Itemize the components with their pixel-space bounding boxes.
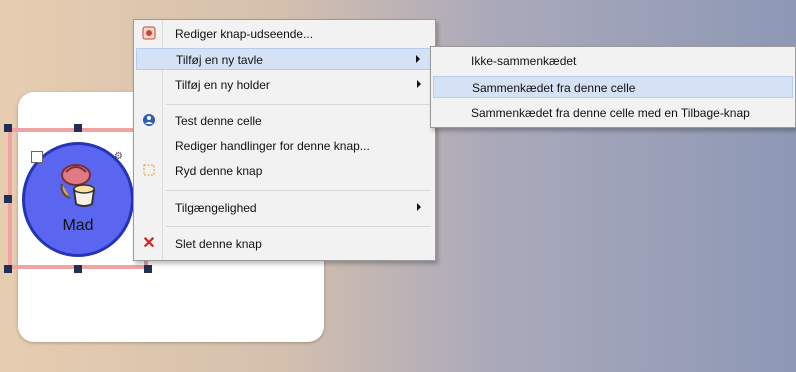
food-icon	[60, 164, 96, 207]
menu-item-accessibility[interactable]: Tilgængelighed	[136, 197, 433, 219]
menu-item-delete-button[interactable]: ✕ Slet denne knap	[136, 233, 433, 255]
menu-item-add-new-board[interactable]: Tilføj en ny tavle	[136, 48, 433, 70]
delete-x-icon: ✕	[142, 235, 156, 252]
resize-handle-ml[interactable]	[4, 195, 12, 203]
resize-handle-tm[interactable]	[74, 124, 82, 132]
menu-item-test-cell[interactable]: Test denne celle	[136, 110, 433, 132]
resize-handle-tl[interactable]	[4, 124, 12, 132]
submenu-arrow-icon	[417, 80, 421, 88]
menu-separator	[166, 226, 431, 227]
submenu-arrow-icon	[416, 55, 420, 63]
resize-handle-bm[interactable]	[74, 265, 82, 273]
resize-handle-br[interactable]	[144, 265, 152, 273]
menu-item-edit-appearance[interactable]: Rediger knap-udseende...	[136, 23, 433, 45]
menu-separator	[166, 190, 431, 191]
submenu-arrow-icon	[417, 203, 421, 211]
cell-settings-icon[interactable]: ⚙	[114, 151, 123, 162]
submenu-item-not-linked[interactable]: Ikke-sammenkædet	[433, 50, 793, 72]
menu-item-add-new-holder[interactable]: Tilføj en ny holder	[136, 74, 433, 96]
cell-checkbox[interactable]	[31, 151, 43, 163]
context-menu: Rediger knap-udseende... Tilføj en ny ta…	[133, 19, 436, 261]
test-cell-icon	[141, 113, 157, 129]
submenu-add-board: Ikke-sammenkædet Sammenkædet fra denne c…	[430, 46, 796, 128]
submenu-item-linked-with-back-button[interactable]: Sammenkædet fra denne celle med en Tilba…	[433, 102, 793, 124]
clear-icon	[141, 163, 157, 179]
menu-item-edit-actions[interactable]: Rediger handlinger for denne knap...	[136, 135, 433, 157]
menu-item-clear-button[interactable]: Ryd denne knap	[136, 160, 433, 182]
edit-appearance-icon	[141, 26, 157, 42]
resize-handle-bl[interactable]	[4, 265, 12, 273]
menu-separator	[166, 104, 431, 105]
submenu-item-linked-from-cell[interactable]: Sammenkædet fra denne celle	[433, 76, 793, 98]
cell-label: Mad	[62, 217, 94, 234]
